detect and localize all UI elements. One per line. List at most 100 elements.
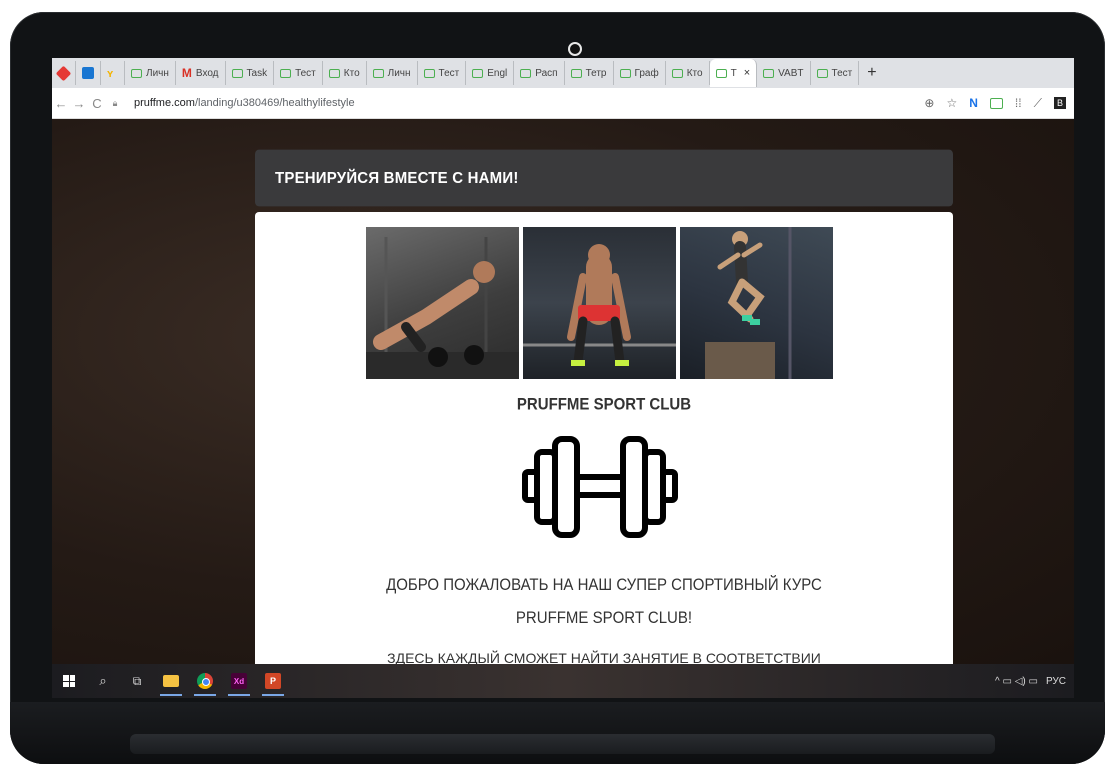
zoom-icon[interactable]: ⊕ — [924, 96, 934, 110]
task-view-icon: ⧉ — [132, 673, 142, 688]
eyedropper-icon[interactable]: ⟋ — [1034, 96, 1042, 111]
tab-pinned-3[interactable]: ʏ — [101, 61, 125, 85]
tab-label: Task — [246, 67, 268, 79]
page-header: ТРЕНИРУЙСЯ ВМЕСТЕ С НАМИ! — [255, 149, 953, 207]
search-button[interactable]: ⌕ — [86, 664, 120, 698]
task-view-button[interactable]: ⧉ — [120, 664, 154, 698]
chrome-icon — [197, 673, 213, 689]
camera-icon — [568, 42, 582, 56]
lock-icon: 🔒︎ — [112, 97, 118, 108]
tab-label: Вход — [195, 67, 219, 79]
content-card: PRUFFME SPORT CLUB ДОБРО ПОЖАЛОВАТЬ НА Н… — [255, 212, 953, 672]
photo-box-jump — [680, 227, 833, 379]
tab-label: Кто — [686, 67, 703, 79]
tab[interactable]: Кто — [666, 61, 710, 85]
tab[interactable]: Тест — [418, 61, 467, 85]
tab-pinned-2[interactable] — [76, 61, 101, 85]
welcome-line-1: ДОБРО ПОЖАЛОВАТЬ НА НАШ СУПЕР СПОРТИВНЫЙ… — [386, 575, 822, 595]
tab[interactable]: Личн — [125, 61, 176, 85]
welcome-line-2: PRUFFME SPORT CLUB! — [515, 608, 693, 628]
page-icon — [619, 68, 631, 78]
search-icon: ⌕ — [99, 673, 107, 688]
page-icon — [280, 68, 292, 78]
photo-deadlift — [523, 227, 676, 379]
tab-active[interactable]: Т × — [709, 59, 758, 87]
tab[interactable]: Тетр — [565, 61, 614, 85]
yandex-icon: ʏ — [107, 67, 114, 80]
screen: ʏ Личн M Вход Task Тест Кто Личн Тест Eng… — [52, 58, 1074, 698]
close-tab-icon[interactable]: × — [744, 67, 750, 79]
powerpoint-icon: P — [265, 673, 281, 689]
taskbar-chrome[interactable] — [188, 664, 222, 698]
tab-label: Личн — [146, 67, 169, 79]
page-icon — [763, 68, 775, 78]
tab[interactable]: Граф — [614, 61, 666, 85]
page-icon — [671, 68, 683, 78]
tab-label: Граф — [634, 67, 659, 79]
tab-label: Кто — [343, 67, 360, 79]
page-icon — [372, 68, 384, 78]
dumbbell-icon — [520, 434, 680, 544]
language-indicator[interactable]: РУС — [1046, 676, 1066, 687]
tab-label: Тест — [831, 67, 853, 79]
url-field[interactable]: pruffme.com/landing/u380469/healthylifes… — [134, 97, 355, 109]
taskbar-adobe-xd[interactable]: Xd — [222, 664, 256, 698]
back-button[interactable]: ← — [52, 96, 70, 111]
page-icon — [231, 68, 243, 78]
folder-icon — [163, 675, 179, 687]
system-tray: ^ ▭ ◁) ▭ РУС — [995, 676, 1074, 687]
page-icon — [131, 68, 142, 78]
photo-pushup — [366, 227, 519, 379]
extension-icon[interactable] — [989, 97, 1003, 109]
page-icon — [472, 68, 484, 78]
windows-icon — [63, 675, 75, 687]
reload-button[interactable]: C — [88, 96, 106, 111]
browser-tab-strip: ʏ Личн M Вход Task Тест Кто Личн Тест Eng… — [52, 58, 1074, 88]
red-diamond-icon — [55, 65, 72, 81]
start-button[interactable] — [52, 664, 86, 698]
address-bar-actions: ⊕ ☆ N ⁞⁞ ⟋ B — [924, 96, 1074, 111]
extension-icon[interactable]: ⁞⁞ — [1015, 96, 1022, 110]
tab[interactable]: Engl — [466, 61, 515, 85]
tray-icons[interactable]: ^ ▭ ◁) ▭ — [995, 676, 1038, 687]
url-path: /landing/u380469/healthylifestyle — [194, 97, 355, 109]
tab[interactable]: Расп — [514, 61, 565, 85]
tab-label: Тетр — [585, 67, 607, 79]
page-icon — [816, 68, 828, 78]
page-icon — [520, 68, 532, 78]
gmail-icon: M — [181, 66, 192, 80]
extension-icon[interactable]: B — [1053, 97, 1066, 109]
tab[interactable]: Task — [226, 61, 275, 85]
trello-icon — [82, 67, 94, 79]
forward-button[interactable]: → — [70, 96, 88, 111]
adobe-xd-icon: Xd — [231, 673, 247, 689]
extension-icon[interactable]: N — [969, 96, 978, 110]
new-tab-button[interactable]: + — [859, 64, 884, 82]
address-bar: ← → C 🔒︎ pruffme.com/landing/u380469/hea… — [52, 88, 1074, 119]
photo-strip — [366, 227, 833, 379]
tab-label: Тест — [438, 67, 460, 79]
tab[interactable]: M Вход — [176, 61, 226, 85]
tab-pinned-1[interactable] — [52, 61, 76, 85]
landing-page: ТРЕНИРУЙСЯ ВМЕСТЕ С НАМИ! PRUFFME SPORT … — [52, 119, 1074, 672]
tab[interactable]: Тест — [811, 61, 860, 85]
tab-label: Engl — [487, 67, 508, 79]
laptop-base — [10, 702, 1105, 764]
taskbar: ⌕ ⧉ Xd P ^ ▭ ◁) ▭ РУС — [52, 664, 1074, 698]
tab-label: Расп — [535, 67, 558, 79]
url-host: pruffme.com — [134, 97, 195, 109]
tab-label: VABT — [778, 67, 804, 79]
club-title: PRUFFME SPORT CLUB — [516, 395, 692, 414]
tab[interactable]: VABT — [757, 61, 811, 85]
star-icon[interactable]: ☆ — [946, 96, 957, 110]
tab-label: Тест — [295, 67, 316, 79]
taskbar-file-explorer[interactable] — [154, 664, 188, 698]
tab-label: Личн — [387, 67, 411, 79]
tab[interactable]: Тест — [274, 61, 323, 85]
page-icon — [570, 68, 582, 78]
tab-label: Т — [730, 67, 737, 79]
taskbar-powerpoint[interactable]: P — [256, 664, 290, 698]
page-icon — [715, 68, 727, 78]
tab[interactable]: Личн — [367, 61, 418, 85]
tab[interactable]: Кто — [323, 61, 367, 85]
